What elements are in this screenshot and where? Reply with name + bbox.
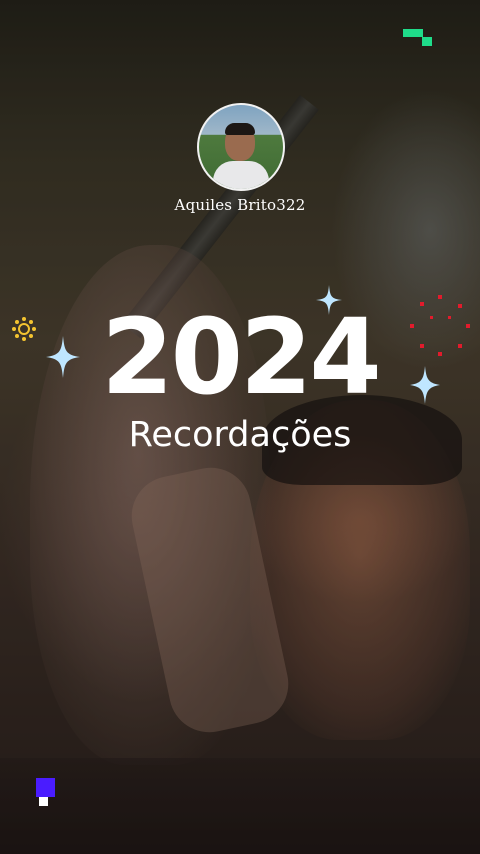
memories-subtitle: Recordações xyxy=(128,415,352,455)
sparkle-icon xyxy=(46,336,80,378)
white-pixel-decoration xyxy=(39,797,48,806)
avatar[interactable] xyxy=(197,103,285,191)
green-pixel-decoration xyxy=(403,29,423,37)
red-dots-burst-icon xyxy=(410,295,470,356)
purple-pixel-decoration xyxy=(36,778,55,797)
profile-username[interactable]: Aquiles Brito322 xyxy=(0,196,480,214)
avatar-hair xyxy=(225,123,255,135)
avatar-shirt xyxy=(213,161,269,189)
story-canvas[interactable]: Aquiles Brito322 2024 Recordações xyxy=(0,0,480,854)
sun-icon xyxy=(12,317,36,341)
sparkle-icon xyxy=(410,366,440,404)
green-pixel-decoration xyxy=(422,37,432,46)
sparkle-icon xyxy=(316,285,342,315)
